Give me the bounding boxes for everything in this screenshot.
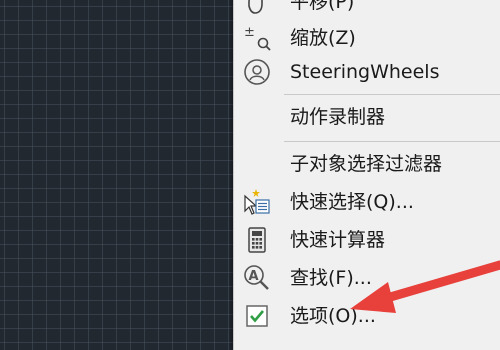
menu-item-label: 平移(P): [290, 0, 355, 13]
menu-item-options[interactable]: 选项(O)...: [234, 298, 500, 334]
menu-item-quick-select[interactable]: 快速选择(Q)...: [234, 184, 500, 220]
checkbox-checked-icon: [242, 302, 272, 330]
menu-item-steeringwheels[interactable]: SteeringWheels: [234, 54, 500, 90]
calculator-icon: [242, 226, 272, 254]
menu-separator: [284, 141, 500, 142]
menu-item-label: 选项(O)...: [290, 305, 376, 327]
menu-item-subobject-filter[interactable]: 子对象选择过滤器: [234, 146, 500, 182]
menu-item-label: 查找(F)...: [290, 267, 372, 289]
menu-item-label: 快速计算器: [290, 229, 386, 251]
quick-select-icon: [242, 188, 272, 216]
pan-hand-icon: [242, 0, 272, 16]
menu-item-find[interactable]: A 查找(F)...: [234, 260, 500, 296]
menu-item-zoom[interactable]: ± 缩放(Z): [234, 20, 500, 56]
menu-separator: [284, 94, 500, 95]
zoom-icon: ±: [242, 24, 272, 52]
steering-wheel-icon: [242, 58, 272, 86]
context-menu: 平移(P) ± 缩放(Z) SteeringWheels 动作录制器 子对象选择…: [233, 0, 500, 350]
svg-text:±: ±: [244, 25, 255, 40]
find-icon: A: [242, 264, 272, 292]
menu-item-quick-calculator[interactable]: 快速计算器: [234, 222, 500, 258]
menu-item-label: SteeringWheels: [290, 61, 440, 83]
menu-item-label: 快速选择(Q)...: [290, 191, 414, 213]
menu-item-label: 动作录制器: [290, 106, 386, 128]
menu-item-pan[interactable]: 平移(P): [234, 0, 500, 20]
menu-item-label: 缩放(Z): [290, 27, 356, 49]
svg-text:A: A: [249, 269, 259, 284]
menu-item-label: 子对象选择过滤器: [290, 153, 443, 175]
menu-item-action-recorder[interactable]: 动作录制器: [234, 99, 500, 135]
